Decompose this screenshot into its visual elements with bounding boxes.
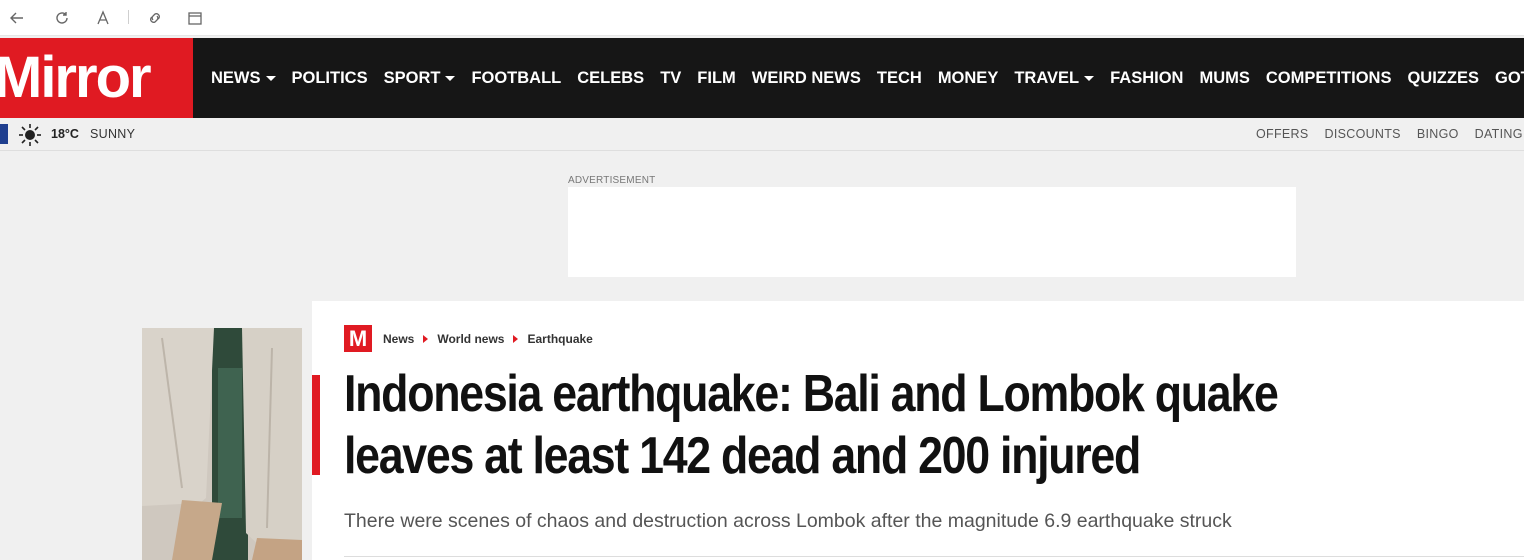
article-headline: Indonesia earthquake: Bali and Lombok qu… bbox=[344, 365, 1279, 485]
ad-slot[interactable] bbox=[568, 187, 1296, 277]
nav-item-travel[interactable]: TRAVEL bbox=[1006, 69, 1102, 88]
dropdown-caret-icon bbox=[265, 75, 276, 81]
nav-item-competitions[interactable]: COMPETITIONS bbox=[1258, 69, 1400, 88]
main-nav: NEWS POLITICS SPORT FOOTBALL CELEBS TV F… bbox=[203, 38, 1524, 118]
nav-item-money[interactable]: MONEY bbox=[930, 69, 1007, 88]
reload-icon[interactable] bbox=[51, 7, 73, 29]
logo-text: Mirror bbox=[0, 45, 152, 110]
breadcrumb: News World news Earthquake bbox=[383, 332, 593, 346]
toolbar-separator bbox=[128, 10, 129, 24]
dropdown-caret-icon bbox=[1084, 75, 1095, 81]
window-icon[interactable] bbox=[184, 7, 206, 29]
weather-sub-bar: 18°C SUNNY OFFERS DISCOUNTS BINGO DATING… bbox=[0, 118, 1524, 151]
breadcrumb-arrow-icon bbox=[423, 335, 429, 343]
breadcrumb-world-news[interactable]: World news bbox=[437, 332, 504, 346]
back-icon[interactable] bbox=[6, 7, 28, 29]
text-size-icon[interactable] bbox=[92, 7, 114, 29]
browser-toolbar bbox=[0, 0, 1524, 36]
breadcrumb-arrow-icon bbox=[513, 335, 519, 343]
link-discounts[interactable]: DISCOUNTS bbox=[1325, 127, 1401, 141]
dropdown-caret-icon bbox=[445, 75, 456, 81]
side-skyscraper-image[interactable] bbox=[142, 328, 302, 560]
site-masthead: Mirror NEWS POLITICS SPORT FOOTBALL CELE… bbox=[0, 38, 1524, 118]
divider bbox=[344, 556, 1524, 557]
mirror-m-icon[interactable]: M bbox=[344, 325, 372, 352]
nav-item-football[interactable]: FOOTBALL bbox=[463, 69, 569, 88]
breadcrumb-news[interactable]: News bbox=[383, 332, 414, 346]
temperature: 18°C bbox=[51, 127, 79, 141]
nav-item-fashion[interactable]: FASHION bbox=[1102, 69, 1191, 88]
article-header: M News World news Earthquake Indonesia e… bbox=[312, 301, 1524, 560]
nav-item-tv[interactable]: TV bbox=[652, 69, 689, 88]
ad-label: ADVERTISEMENT bbox=[568, 175, 656, 186]
partner-badge[interactable] bbox=[0, 124, 8, 144]
nav-item-news[interactable]: NEWS bbox=[203, 69, 284, 88]
nav-item-film[interactable]: FILM bbox=[689, 69, 744, 88]
nav-item-sport[interactable]: SPORT bbox=[376, 69, 464, 88]
link-offers[interactable]: OFFERS bbox=[1256, 127, 1309, 141]
nav-item-politics[interactable]: POLITICS bbox=[284, 69, 376, 88]
link-bingo[interactable]: BINGO bbox=[1417, 127, 1459, 141]
mirror-logo[interactable]: Mirror bbox=[0, 38, 193, 118]
breadcrumb-earthquake[interactable]: Earthquake bbox=[527, 332, 592, 346]
weather-condition: SUNNY bbox=[90, 127, 136, 141]
nav-item-celebs[interactable]: CELEBS bbox=[569, 69, 652, 88]
sun-icon bbox=[18, 123, 42, 147]
link-icon[interactable] bbox=[144, 7, 166, 29]
nav-item-tech[interactable]: TECH bbox=[869, 69, 930, 88]
nav-item-weird-news[interactable]: WEIRD NEWS bbox=[744, 69, 869, 88]
link-dating[interactable]: DATING bbox=[1475, 127, 1523, 141]
utility-links: OFFERS DISCOUNTS BINGO DATING JO bbox=[1248, 127, 1524, 141]
nav-item-mums[interactable]: MUMS bbox=[1191, 69, 1257, 88]
headline-accent-bar bbox=[312, 375, 320, 475]
nav-item-got-a-story[interactable]: GOT A STO bbox=[1487, 69, 1524, 88]
nav-item-quizzes[interactable]: QUIZZES bbox=[1399, 69, 1487, 88]
article-standfirst: There were scenes of chaos and destructi… bbox=[344, 510, 1232, 532]
